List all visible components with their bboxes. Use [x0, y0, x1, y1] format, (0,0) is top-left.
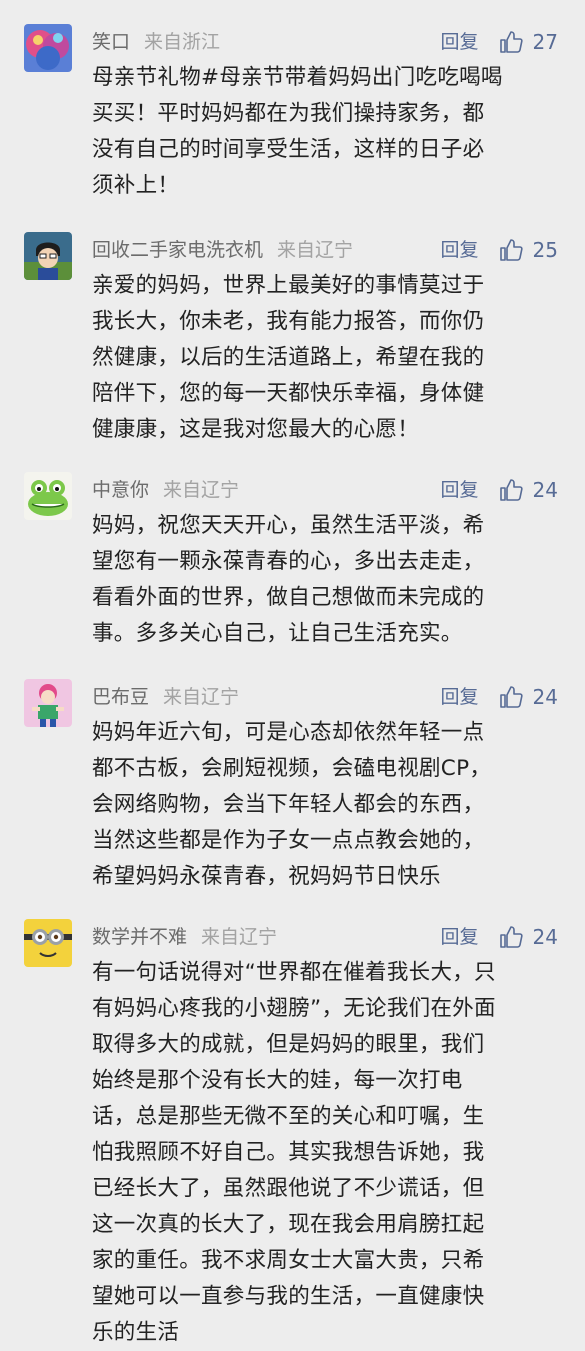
thumbs-up-icon[interactable]	[499, 478, 523, 502]
comment-line: 事。多多关心自己，让自己生活充实。	[92, 621, 463, 646]
thumbs-up-icon[interactable]	[499, 925, 523, 949]
comment-line: 话，总是那些无微不至的关心和叮嘱，生	[92, 1104, 485, 1129]
comment-line: 当然这些都是作为子女一点点教会她的，	[92, 828, 485, 853]
comment-line: 陪伴下，您的每一天都快乐幸福，身体健	[92, 381, 485, 406]
comment-meta: 中意你 来自辽宁	[92, 476, 239, 504]
comment-actions: 回复 24	[441, 683, 558, 711]
like-count: 24	[532, 685, 558, 709]
thumbs-up-icon[interactable]	[499, 30, 523, 54]
like-count: 24	[532, 478, 558, 502]
comment-actions: 回复 24	[441, 923, 558, 951]
comment-line: 乐的生活	[92, 1320, 180, 1345]
comment-text: 妈妈，祝您天天开心，虽然生活平淡，希 望您有一颗永葆青春的心，多出去走走， 看看…	[92, 508, 562, 652]
comment-line: 始终是那个没有长大的娃，每一次打电	[92, 1068, 463, 1093]
avatar[interactable]	[24, 472, 72, 520]
location-label: 来自辽宁	[163, 479, 240, 501]
comment-text: 母亲节礼物#母亲节带着妈妈出门吃吃喝喝 买买！平时妈妈都在为我们操持家务，都 没…	[92, 60, 562, 204]
username[interactable]: 巴布豆	[92, 686, 149, 708]
comment-meta: 巴布豆 来自辽宁	[92, 683, 239, 711]
comment-line: 买买！平时妈妈都在为我们操持家务，都	[92, 101, 485, 126]
comment-meta: 回收二手家电洗衣机 来自辽宁	[92, 236, 353, 264]
avatar[interactable]	[24, 679, 72, 727]
comment-text: 妈妈年近六旬，可是心态却依然年轻一点 都不古板，会刷短视频，会磕电视剧CP， 会…	[92, 715, 562, 895]
like-count: 24	[532, 925, 558, 949]
username[interactable]: 中意你	[92, 479, 149, 501]
thumbs-up-icon[interactable]	[499, 685, 523, 709]
comment-line: 健康康，这是我对您最大的心愿！	[92, 417, 420, 442]
comment-line: 母亲节礼物#母亲节带着妈妈出门吃吃喝喝	[92, 65, 503, 90]
reply-button[interactable]: 回复	[441, 683, 479, 711]
location-label: 来自辽宁	[201, 926, 278, 948]
comment-line: 妈妈，祝您天天开心，虽然生活平淡，希	[92, 513, 485, 538]
comment-line: 须补上！	[92, 173, 180, 198]
comment-text: 有一句话说得对“世界都在催着我长大，只 有妈妈心疼我的小翅膀”，无论我们在外面 …	[92, 955, 562, 1351]
comment-line: 这一次真的长大了，现在我会用肩膀扛起	[92, 1212, 485, 1237]
comment-line: 希望妈妈永葆青春，祝妈妈节日快乐	[92, 864, 441, 889]
location-label: 来自辽宁	[277, 239, 354, 261]
comment-line: 会网络购物，会当下年轻人都会的东西，	[92, 792, 485, 817]
comment-line: 家的重任。我不求周女士大富大贵，只希	[92, 1248, 485, 1273]
comment-line: 亲爱的妈妈，世界上最美好的事情莫过于	[92, 273, 485, 298]
comment-line: 望她可以一直参与我的生活，一直健康快	[92, 1284, 485, 1309]
comment-line: 怕我照顾不好自己。其实我想告诉她，我	[92, 1140, 485, 1165]
avatar[interactable]	[24, 919, 72, 967]
comment-line: 都不古板，会刷短视频，会磕电视剧CP，	[92, 756, 492, 781]
like-count: 25	[532, 238, 558, 262]
comment-line: 望您有一颗永葆青春的心，多出去走走，	[92, 549, 485, 574]
username[interactable]: 笑口	[92, 31, 130, 53]
comment-line: 看看外面的世界，做自己想做而未完成的	[92, 585, 485, 610]
comment-line: 有妈妈心疼我的小翅膀”，无论我们在外面	[92, 996, 496, 1021]
location-label: 来自浙江	[144, 31, 221, 53]
reply-button[interactable]: 回复	[441, 28, 479, 56]
location-label: 来自辽宁	[163, 686, 240, 708]
comment-line: 妈妈年近六旬，可是心态却依然年轻一点	[92, 720, 485, 745]
comment-line: 没有自己的时间享受生活，这样的日子必	[92, 137, 485, 162]
comment-line: 然健康，以后的生活道路上，希望在我的	[92, 345, 485, 370]
comment-text: 亲爱的妈妈，世界上最美好的事情莫过于 我长大，你未老，我有能力报答，而你仍 然健…	[92, 268, 562, 448]
comment-actions: 回复 24	[441, 476, 558, 504]
avatar[interactable]	[24, 232, 72, 280]
comment-meta: 笑口 来自浙江	[92, 28, 220, 56]
thumbs-up-icon[interactable]	[499, 238, 523, 262]
username[interactable]: 数学并不难	[92, 926, 187, 948]
comment-line: 已经长大了，虽然跟他说了不少谎话，但	[92, 1176, 485, 1201]
comment-actions: 回复 25	[441, 236, 558, 264]
comment-line: 取得多大的成就，但是妈妈的眼里，我们	[92, 1032, 485, 1057]
avatar[interactable]	[24, 24, 72, 72]
reply-button[interactable]: 回复	[441, 476, 479, 504]
reply-button[interactable]: 回复	[441, 236, 479, 264]
comment-meta: 数学并不难 来自辽宁	[92, 923, 277, 951]
reply-button[interactable]: 回复	[441, 923, 479, 951]
comment-line: 有一句话说得对“世界都在催着我长大，只	[92, 960, 496, 985]
comment-actions: 回复 27	[441, 28, 558, 56]
comment-line: 我长大，你未老，我有能力报答，而你仍	[92, 309, 485, 334]
like-count: 27	[532, 30, 558, 54]
username[interactable]: 回收二手家电洗衣机	[92, 239, 263, 261]
